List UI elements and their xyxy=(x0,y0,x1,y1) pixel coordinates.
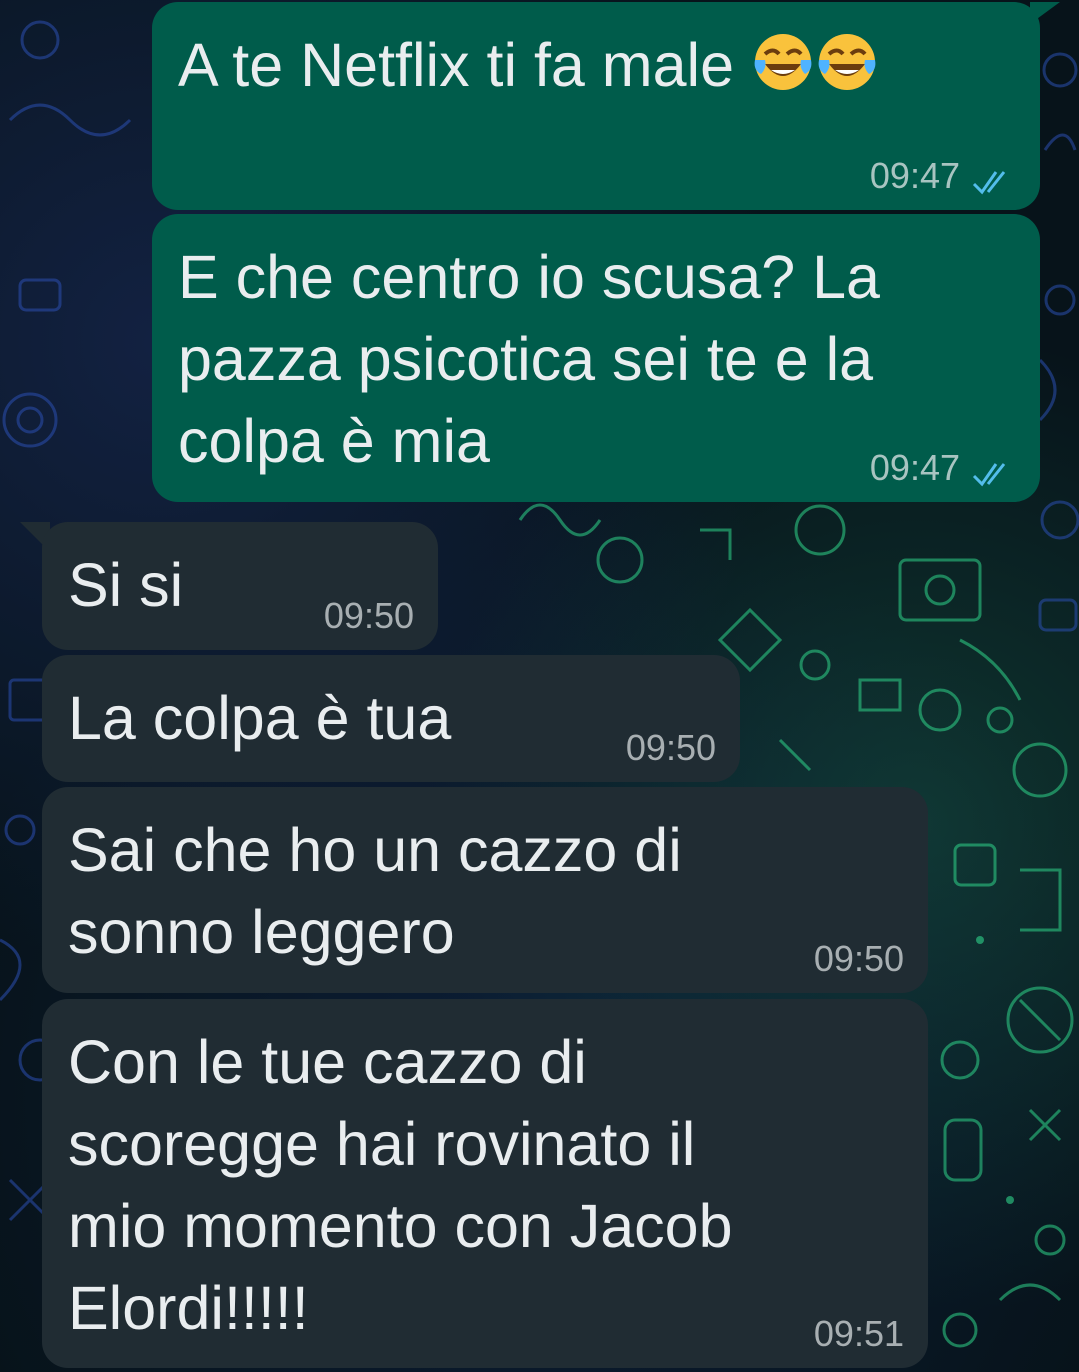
incoming-message[interactable]: Sai che ho un cazzo di sonno leggero 09:… xyxy=(42,787,928,993)
face-with-tears-of-joy-icon xyxy=(751,30,815,94)
message-time: 09:47 xyxy=(869,447,960,488)
incoming-message[interactable]: Con le tue cazzo di scoregge hai rovinat… xyxy=(42,999,928,1368)
message-time: 09:50 xyxy=(813,938,904,979)
message-meta: 09:51 xyxy=(814,1314,904,1354)
face-with-tears-of-joy-icon xyxy=(815,30,879,94)
message-time: 09:50 xyxy=(323,595,414,636)
read-receipt-icon xyxy=(972,163,1016,195)
message-text: La colpa è tua xyxy=(68,684,452,752)
read-receipt-icon xyxy=(972,455,1016,487)
message-meta: 09:50 xyxy=(814,939,904,979)
message-time: 09:51 xyxy=(813,1313,904,1354)
message-meta: 09:47 xyxy=(870,156,1016,196)
message-text: Con le tue cazzo di scoregge hai rovinat… xyxy=(68,1028,733,1342)
message-meta: 09:50 xyxy=(626,728,716,768)
message-list[interactable]: A te Netflix ti fa male 09:47 E che cent… xyxy=(0,0,1079,1372)
message-time: 09:47 xyxy=(869,155,960,196)
message-text: E che centro io scusa? La pazza psicotic… xyxy=(178,243,880,475)
outgoing-message[interactable]: A te Netflix ti fa male 09:47 xyxy=(152,2,1040,210)
message-text: Sai che ho un cazzo di sonno leggero xyxy=(68,816,682,966)
message-time: 09:50 xyxy=(625,727,716,768)
message-meta: 09:50 xyxy=(324,596,414,636)
message-text: A te Netflix ti fa male xyxy=(178,24,1014,106)
outgoing-message[interactable]: E che centro io scusa? La pazza psicotic… xyxy=(152,214,1040,502)
incoming-message[interactable]: La colpa è tua 09:50 xyxy=(42,655,740,782)
message-meta: 09:47 xyxy=(870,448,1016,488)
incoming-message[interactable]: Si si 09:50 xyxy=(42,522,438,650)
